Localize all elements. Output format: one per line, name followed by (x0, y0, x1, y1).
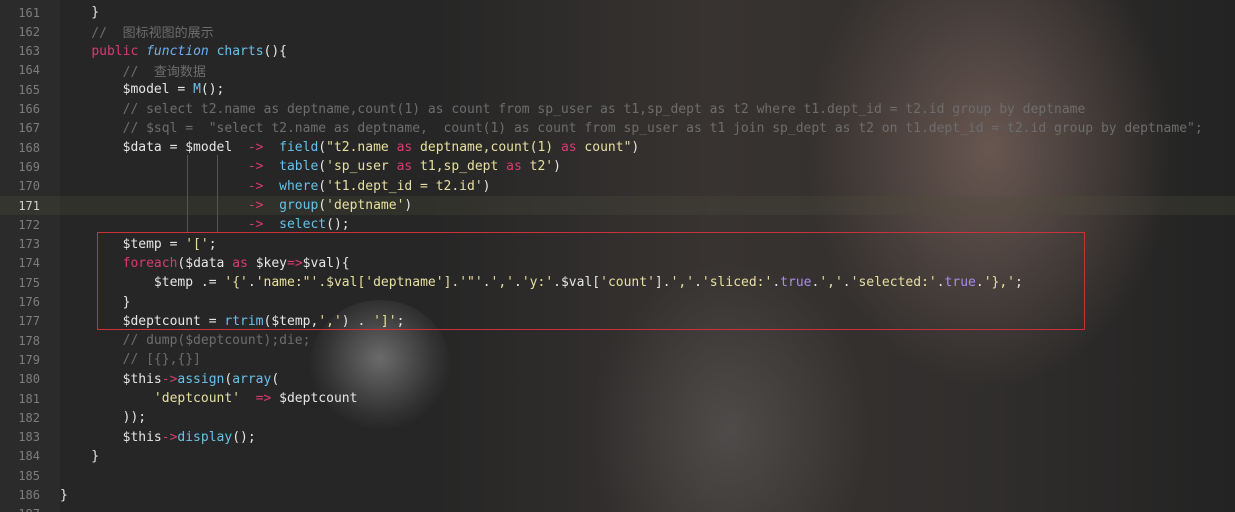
code-text: } (60, 487, 68, 503)
line-number: 162 (18, 24, 40, 39)
code-line[interactable]: 164 // 查询数据 (0, 61, 1235, 80)
code-text: $this->display(); (60, 429, 256, 445)
code-line[interactable]: 186} (0, 486, 1235, 505)
line-number: 182 (18, 410, 40, 425)
line-number: 171 (18, 198, 40, 213)
line-number: 177 (18, 314, 40, 329)
line-number: 165 (18, 82, 40, 97)
line-number: 184 (18, 449, 40, 464)
code-text: public function charts(){ (91, 43, 288, 59)
code-line[interactable]: 179 // [{},{}] (0, 350, 1235, 369)
code-line[interactable]: 169 -> table('sp_user as t1,sp_dept as t… (0, 157, 1235, 176)
code-text: // $sql = "select t2.name as deptname, c… (60, 120, 1203, 136)
line-number: 172 (18, 217, 40, 232)
highlight-box (97, 232, 1085, 330)
code-text: // select t2.name as deptname,count(1) a… (60, 101, 1086, 117)
line-number: 183 (18, 430, 40, 445)
code-text: )); (60, 410, 147, 426)
line-number: 174 (18, 256, 40, 271)
code-line[interactable]: 163 public function charts(){ (0, 42, 1235, 61)
code-line[interactable]: 182 )); (0, 408, 1235, 427)
line-number: 178 (18, 333, 40, 348)
line-number: 176 (18, 295, 40, 309)
code-line[interactable]: 171 -> group('deptname') (0, 196, 1235, 215)
code-text: // [{},{}] (60, 352, 201, 368)
code-line[interactable]: 165 $model = M(); (0, 80, 1235, 99)
code-line[interactable]: 185 (0, 466, 1235, 485)
code-text: // 查询数据 (60, 64, 206, 80)
line-number: 187 (0, 507, 40, 512)
code-text: -> where('t1.dept_id = t2.id') (247, 178, 491, 194)
code-line[interactable]: 161 } (0, 3, 1235, 22)
code-line[interactable]: 168 $data = $model -> field("t2.name as … (0, 138, 1235, 157)
code-text: 'deptcount' => $deptcount (153, 391, 358, 406)
code-line[interactable]: 178 // dump($deptcount);die; (0, 331, 1235, 350)
code-text: $this->assign(array( (60, 371, 280, 387)
code-line[interactable]: 183 $this->display(); (0, 428, 1235, 447)
line-number: 180 (18, 372, 40, 387)
code-text: -> select(); (247, 217, 350, 233)
code-text: } (60, 448, 100, 464)
line-number: 185 (18, 468, 40, 483)
line-number: 170 (18, 179, 40, 194)
line-number: 179 (18, 352, 40, 367)
code-line[interactable]: 162 // 图标视图的展示 (0, 22, 1235, 42)
line-number: 173 (18, 237, 40, 252)
code-line[interactable]: 184 } (0, 447, 1235, 466)
line-number: 181 (18, 391, 40, 406)
code-text: -> table('sp_user as t1,sp_dept as t2') (247, 159, 561, 175)
line-number: 167 (18, 121, 40, 136)
line-number: 163 (18, 44, 40, 59)
code-text: // dump($deptcount);die; (60, 333, 311, 349)
code-line[interactable]: 166 // select t2.name as deptname,count(… (0, 100, 1235, 119)
code-text: $data = $model -> field("t2.name as dept… (60, 140, 640, 156)
indent-guide (187, 155, 188, 233)
code-text: $model = M(); (60, 82, 225, 98)
code-line[interactable]: 167 // $sql = "select t2.name as deptnam… (0, 119, 1235, 138)
code-line[interactable]: 187 (0, 505, 1235, 512)
indent-guide (217, 155, 218, 233)
code-line[interactable]: 181 'deptcount' => $deptcount (0, 389, 1235, 408)
line-number: 161 (18, 5, 40, 20)
line-number: 164 (18, 63, 40, 78)
line-number: 175 (18, 275, 40, 290)
code-line[interactable]: 170 -> where('t1.dept_id = t2.id') (0, 177, 1235, 196)
line-number: 186 (18, 488, 40, 502)
line-number: 166 (18, 102, 40, 116)
code-text: } (60, 5, 100, 20)
code-text: // 图标视图的展示 (60, 26, 214, 42)
line-number: 168 (18, 140, 40, 155)
code-text: -> group('deptname') (247, 198, 413, 213)
code-line[interactable]: 180 $this->assign(array( (0, 370, 1235, 389)
code-editor[interactable]: 161 } 162 // 图标视图的展示 163 public function c… (0, 0, 1235, 512)
line-number: 169 (18, 159, 40, 174)
